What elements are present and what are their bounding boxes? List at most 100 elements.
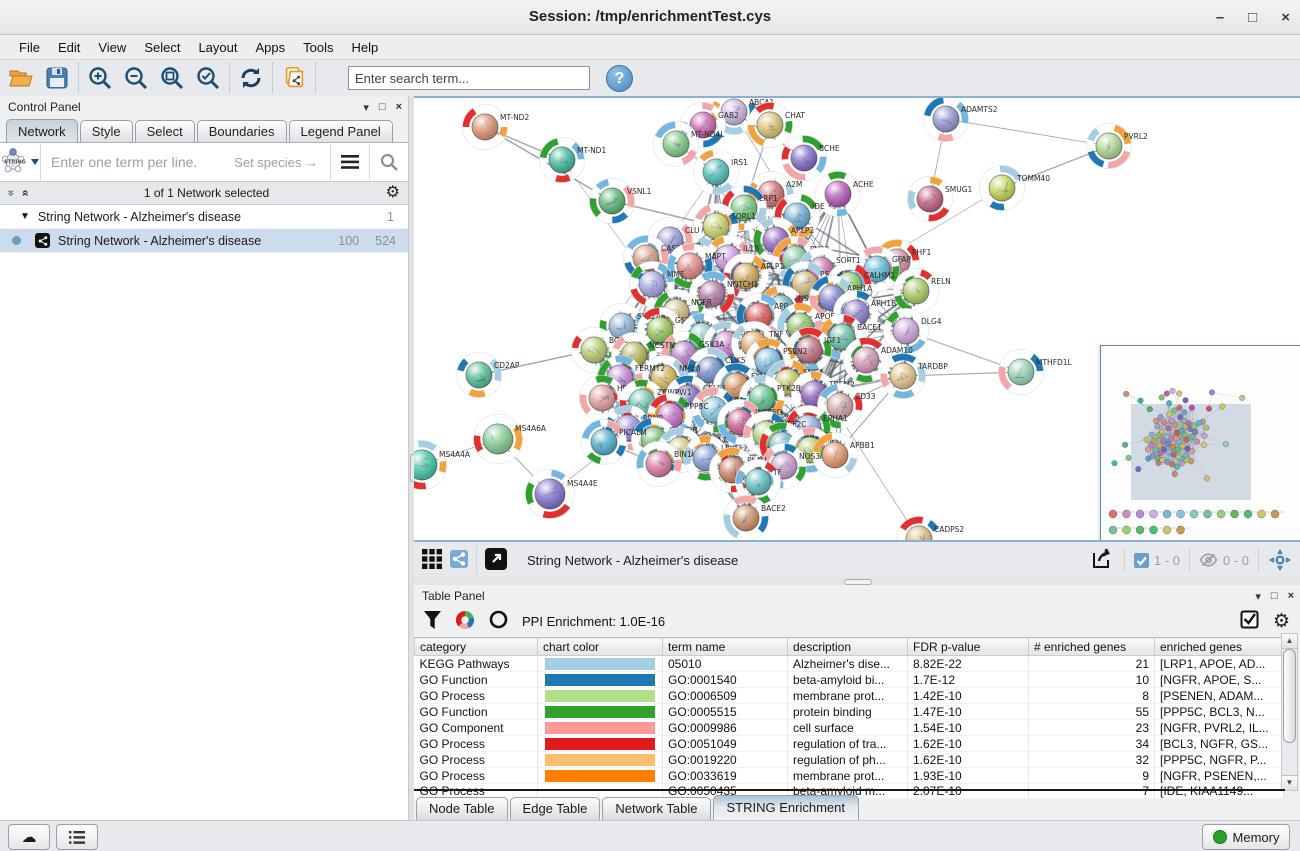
network-node[interactable]: BACE2	[724, 496, 787, 541]
table-row[interactable]: GO ProcessGO:0019220regulation of ph...1…	[415, 752, 1284, 768]
filter-icon[interactable]	[424, 611, 441, 632]
table-row[interactable]: GO ProcessGO:0051049regulation of tra...…	[415, 736, 1284, 752]
tab-network[interactable]: Network	[6, 119, 78, 142]
table-row[interactable]: KEGG Pathways05010Alzheimer's dise...8.8…	[415, 656, 1284, 672]
birdseye-toggle-icon[interactable]	[450, 550, 468, 571]
horizontal-splitter[interactable]	[414, 577, 1300, 585]
tab-style[interactable]: Style	[80, 120, 133, 142]
save-session-button[interactable]	[44, 65, 70, 91]
column-header[interactable]: term name	[663, 638, 788, 656]
menu-layout[interactable]: Layout	[189, 40, 246, 55]
network-collection-row[interactable]: ▼ String Network - Alzheimer's disease 1	[0, 205, 408, 229]
string-logo-icon[interactable]: STRING	[0, 144, 41, 180]
network-node[interactable]: SMUG1	[908, 177, 973, 222]
zoom-selected-icon[interactable]	[195, 65, 221, 91]
export-network-icon[interactable]	[1080, 547, 1124, 574]
column-header[interactable]: category	[415, 638, 538, 656]
tab-select[interactable]: Select	[135, 120, 195, 142]
open-in-window-icon[interactable]	[485, 548, 507, 573]
expand-all-icon[interactable]: »	[4, 190, 18, 197]
menu-edit[interactable]: Edit	[49, 40, 89, 55]
zoom-out-icon[interactable]	[123, 65, 149, 91]
selected-nodes-checkbox-icon[interactable]	[1134, 553, 1149, 568]
navigator-compass-icon[interactable]	[1268, 548, 1292, 572]
query-options-icon[interactable]	[330, 144, 369, 180]
table-row[interactable]: GO FunctionGO:0001540beta-amyloid bi...1…	[415, 672, 1284, 688]
search-input[interactable]	[348, 66, 590, 90]
network-row-selected[interactable]: String Network - Alzheimer's disease 100…	[0, 229, 408, 253]
clone-network-icon[interactable]	[281, 65, 307, 91]
column-header[interactable]: description	[788, 638, 908, 656]
network-node[interactable]: PVRL2	[1087, 124, 1149, 169]
birds-eye-view[interactable]	[1100, 345, 1300, 545]
scroll-down-icon[interactable]: ▼	[1282, 775, 1297, 790]
string-query-input[interactable]: Enter one term per line.	[41, 154, 234, 170]
tab-node-table[interactable]: Node Table	[416, 797, 508, 821]
network-node[interactable]: ADAMTS2	[924, 98, 998, 142]
tree-caret-icon[interactable]: ▼	[20, 211, 30, 222]
scroll-thumb[interactable]	[1283, 649, 1296, 743]
network-node[interactable]: VSNL1	[590, 179, 652, 224]
task-list-button[interactable]	[56, 824, 98, 850]
menu-select[interactable]: Select	[135, 40, 189, 55]
table-row[interactable]: GO FunctionGO:0005515protein binding1.47…	[415, 704, 1284, 720]
tab-string-enrichment[interactable]: STRING Enrichment	[713, 795, 859, 821]
cloud-button[interactable]: ☁	[8, 824, 50, 850]
hidden-eye-icon[interactable]	[1199, 553, 1218, 567]
column-header[interactable]: FDR p-value	[908, 638, 1029, 656]
chart-donut-icon[interactable]	[455, 610, 475, 633]
select-rows-checkbox-icon[interactable]	[1240, 610, 1259, 632]
table-panel-close-icon[interactable]: ×	[1288, 590, 1294, 602]
zoom-in-icon[interactable]	[87, 65, 113, 91]
network-node[interactable]: MTHFD1L	[999, 350, 1073, 395]
memory-button[interactable]: Memory	[1202, 824, 1290, 850]
network-node[interactable]: MS4A6A	[474, 415, 547, 464]
column-header[interactable]: chart color	[538, 638, 663, 656]
tab-network-table[interactable]: Network Table	[602, 797, 710, 821]
panel-float-icon[interactable]: □	[379, 101, 386, 113]
table-panel-float-icon[interactable]: □	[1271, 590, 1278, 602]
zoom-fit-icon[interactable]	[159, 65, 185, 91]
table-row[interactable]: GO ComponentGO:0009986cell surface1.54E-…	[415, 720, 1284, 736]
ring-icon[interactable]	[489, 610, 508, 632]
network-node[interactable]: MT-ND1	[540, 138, 607, 183]
tab-edge-table[interactable]: Edge Table	[510, 797, 601, 821]
network-options-gear-icon[interactable]: ⚙	[386, 185, 400, 201]
network-node[interactable]: APBB1	[813, 433, 875, 478]
panel-menu-icon[interactable]: ▾	[363, 101, 369, 114]
network-node[interactable]: MS4A4A	[414, 441, 471, 490]
network-node[interactable]: MS4A4E	[526, 470, 598, 519]
panel-close-icon[interactable]: ×	[396, 101, 402, 113]
tab-boundaries[interactable]: Boundaries	[197, 120, 287, 142]
menu-file[interactable]: File	[10, 40, 49, 55]
table-scrollbar[interactable]: ▲ ▼	[1281, 633, 1298, 791]
tab-legend-panel[interactable]: Legend Panel	[289, 120, 393, 142]
grid-view-icon[interactable]	[422, 549, 442, 572]
network-node[interactable]: TOMM40	[980, 166, 1051, 211]
query-search-icon[interactable]	[369, 144, 408, 180]
set-species-label[interactable]: Set species →	[234, 155, 330, 170]
table-row[interactable]: GO ProcessGO:0033619membrane prot...1.93…	[415, 768, 1284, 784]
menu-help[interactable]: Help	[343, 40, 388, 55]
network-node[interactable]: TARDBP	[881, 354, 949, 399]
network-node[interactable]: RELN	[894, 269, 951, 314]
network-node[interactable]: MT-ND2	[463, 105, 530, 150]
open-session-button[interactable]	[8, 65, 34, 91]
minimize-button[interactable]: –	[1216, 9, 1224, 26]
refresh-icon[interactable]	[238, 65, 264, 91]
network-node[interactable]: CADPS2	[897, 517, 965, 541]
menu-tools[interactable]: Tools	[294, 40, 342, 55]
column-header[interactable]: # enriched genes	[1029, 638, 1155, 656]
enrichment-settings-gear-icon[interactable]: ⚙	[1273, 612, 1290, 631]
table-panel-menu-icon[interactable]: ▾	[1255, 590, 1261, 603]
close-button[interactable]: ×	[1281, 9, 1290, 26]
column-header[interactable]: enriched genes	[1155, 638, 1284, 656]
table-row[interactable]: GO ProcessGO:0006509membrane prot...1.42…	[415, 688, 1284, 704]
collapse-all-icon[interactable]: »	[17, 190, 31, 197]
network-node[interactable]: CD2AP	[457, 353, 520, 398]
scroll-up-icon[interactable]: ▲	[1282, 634, 1297, 649]
help-icon[interactable]: ?	[606, 65, 633, 92]
menu-view[interactable]: View	[89, 40, 135, 55]
maximize-button[interactable]: □	[1248, 9, 1257, 26]
menu-apps[interactable]: Apps	[247, 40, 295, 55]
